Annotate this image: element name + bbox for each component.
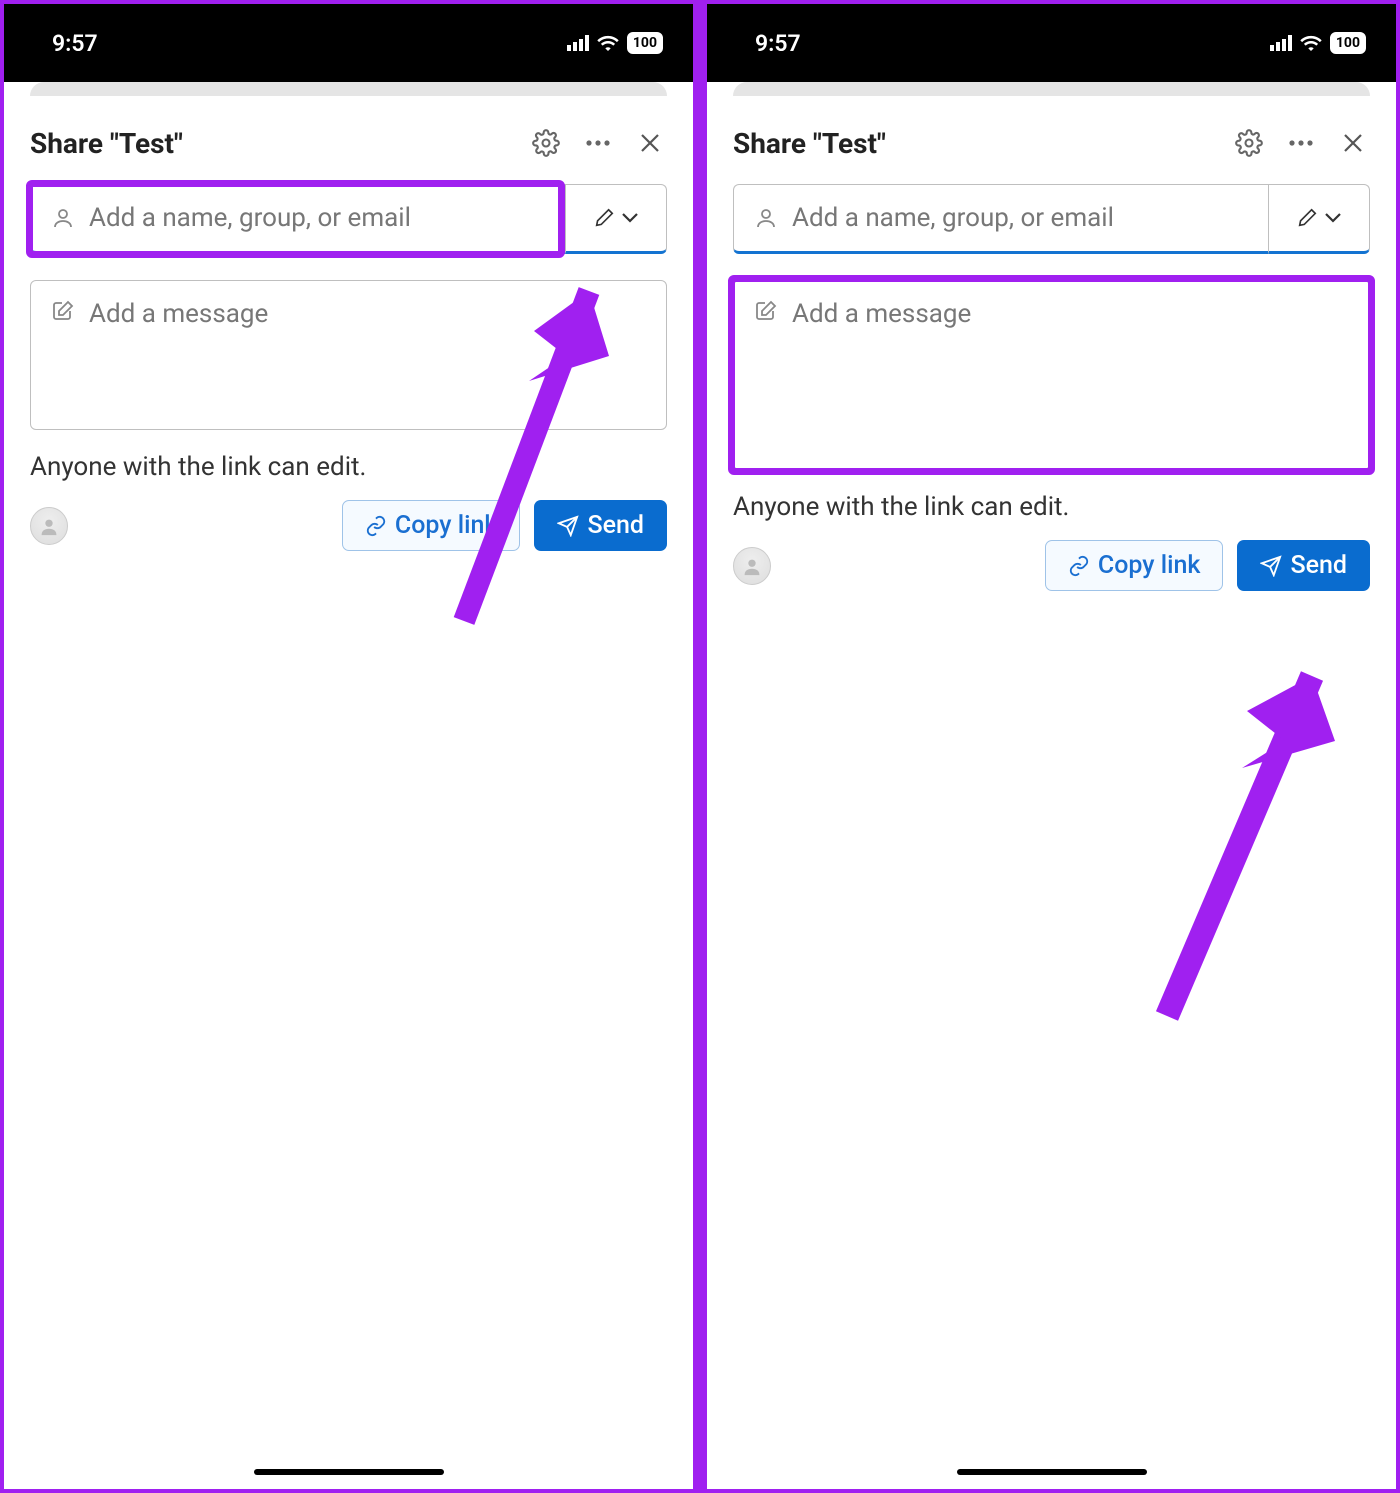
recipient-placeholder: Add a name, group, or email [792, 203, 1114, 233]
sheet-title: Share "Test" [733, 127, 1214, 160]
recipient-input[interactable]: Add a name, group, or email [733, 184, 1268, 254]
close-icon [1342, 132, 1364, 154]
annotation-arrow [1127, 656, 1347, 1036]
status-bar: 9:57 100 [4, 4, 693, 82]
close-button[interactable] [633, 126, 667, 160]
send-button[interactable]: Send [1237, 540, 1370, 591]
share-sheet: Share "Test" Add a name, group, or email [707, 96, 1396, 1489]
status-time: 9:57 [755, 30, 801, 57]
sheet-title: Share "Test" [30, 127, 511, 160]
link-icon [1068, 555, 1090, 577]
close-icon [639, 132, 661, 154]
chevron-down-icon [621, 212, 639, 224]
settings-button[interactable] [1232, 126, 1266, 160]
copy-link-button[interactable]: Copy link [1045, 540, 1224, 591]
phone-left: 9:57 100 Share "Test" Add a name, group,… [0, 0, 697, 1493]
home-indicator [957, 1469, 1147, 1475]
recipient-placeholder: Add a name, group, or email [89, 203, 411, 233]
person-icon [38, 515, 60, 537]
compose-icon [754, 299, 778, 323]
cellular-icon [567, 35, 589, 51]
avatar[interactable] [733, 547, 771, 585]
copy-link-button[interactable]: Copy link [342, 500, 521, 551]
status-bar: 9:57 100 [707, 4, 1396, 82]
gear-icon [532, 129, 560, 157]
message-placeholder: Add a message [89, 299, 268, 329]
copy-link-label: Copy link [1098, 551, 1201, 580]
ellipsis-icon [1288, 139, 1314, 147]
send-icon [1260, 555, 1282, 577]
link-icon [365, 515, 387, 537]
link-permission-text: Anyone with the link can edit. [30, 452, 667, 482]
send-button[interactable]: Send [534, 500, 667, 551]
chevron-down-icon [1324, 212, 1342, 224]
wifi-icon [597, 35, 619, 51]
link-permission-text: Anyone with the link can edit. [733, 492, 1370, 522]
permission-select[interactable] [565, 184, 667, 254]
compose-icon [51, 299, 75, 323]
copy-link-label: Copy link [395, 511, 498, 540]
pencil-icon [593, 207, 615, 229]
more-button[interactable] [581, 126, 615, 160]
wifi-icon [1300, 35, 1322, 51]
pencil-icon [1296, 207, 1318, 229]
close-button[interactable] [1336, 126, 1370, 160]
share-sheet: Share "Test" Add a name, group, or email [4, 96, 693, 1489]
more-button[interactable] [1284, 126, 1318, 160]
message-placeholder: Add a message [792, 299, 971, 329]
settings-button[interactable] [529, 126, 563, 160]
send-label: Send [587, 511, 644, 540]
ellipsis-icon [585, 139, 611, 147]
status-icons: 100 [567, 32, 663, 54]
cellular-icon [1270, 35, 1292, 51]
send-label: Send [1290, 551, 1347, 580]
battery-icon: 100 [1330, 32, 1366, 54]
phone-right: 9:57 100 Share "Test" Add a name, group,… [703, 0, 1400, 1493]
person-icon [741, 555, 763, 577]
send-icon [557, 515, 579, 537]
person-icon [51, 206, 75, 230]
recipient-input[interactable]: Add a name, group, or email [30, 184, 565, 254]
status-icons: 100 [1270, 32, 1366, 54]
avatar[interactable] [30, 507, 68, 545]
battery-icon: 100 [627, 32, 663, 54]
home-indicator [254, 1469, 444, 1475]
message-input[interactable]: Add a message [30, 280, 667, 430]
person-icon [754, 206, 778, 230]
permission-select[interactable] [1268, 184, 1370, 254]
message-input[interactable]: Add a message [733, 280, 1370, 470]
status-time: 9:57 [52, 30, 98, 57]
gear-icon [1235, 129, 1263, 157]
